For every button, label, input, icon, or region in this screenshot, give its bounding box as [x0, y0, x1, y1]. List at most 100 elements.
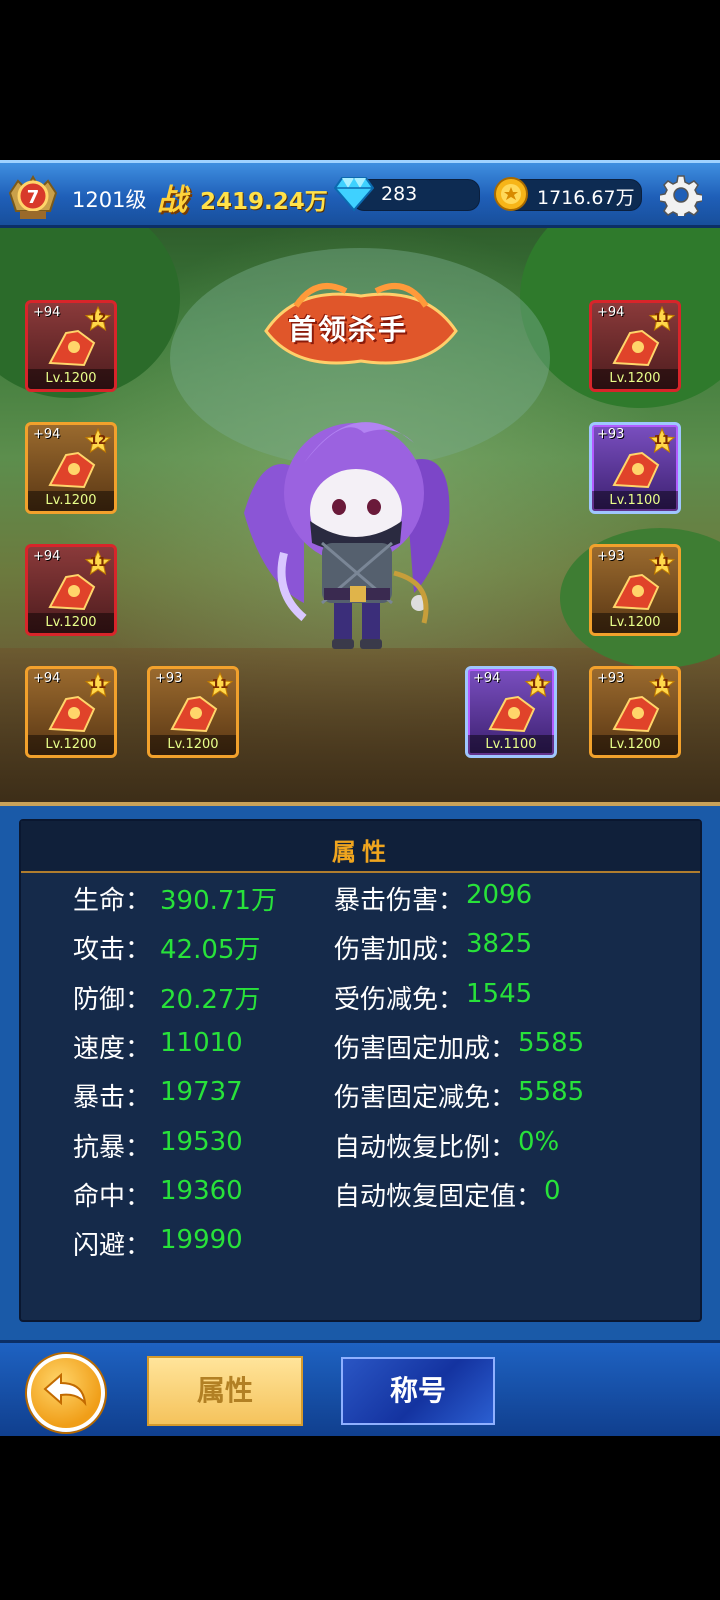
- star-count: 11: [529, 677, 547, 691]
- gold-coin-icon: [494, 177, 528, 211]
- stat-label: 闪避：: [73, 1231, 152, 1262]
- star-icon: 11: [648, 305, 676, 332]
- enhance-level: +94: [33, 549, 61, 564]
- star-count: 11: [89, 555, 107, 569]
- stat-value: 11010: [160, 1027, 243, 1058]
- item-level: Lv.1200: [150, 735, 236, 755]
- star-count: 11: [211, 677, 229, 691]
- enhance-level: +94: [33, 427, 61, 442]
- power-value: 2419.24万: [200, 189, 328, 215]
- equipment-slot-left-1[interactable]: +94 12 Lv.1200: [25, 300, 117, 392]
- stat-label: 速度：: [73, 1033, 152, 1064]
- star-count: 11: [653, 311, 671, 325]
- tab-titles[interactable]: 称号: [341, 1357, 495, 1425]
- stat-label: 生命：: [73, 886, 152, 916]
- vip-level: 7: [27, 187, 40, 208]
- item-level: Lv.1200: [28, 491, 114, 511]
- enhance-level: +93: [597, 671, 625, 686]
- stat-label: 抗暴：: [73, 1132, 152, 1163]
- equipment-slot-right-5[interactable]: +93 11 Lv.1200: [589, 666, 681, 758]
- stat-value: 19990: [160, 1225, 243, 1256]
- equipment-slot-left-4[interactable]: +94 11 Lv.1200: [25, 666, 117, 758]
- enhance-level: +94: [473, 671, 501, 686]
- equipment-slot-left-3[interactable]: +94 11 Lv.1200: [25, 544, 117, 636]
- enhance-level: +94: [597, 305, 625, 320]
- stat-label: 自动恢复比例：: [334, 1132, 517, 1163]
- stat-value: 19737: [160, 1077, 243, 1108]
- enhance-level: +94: [33, 671, 61, 686]
- item-level: Lv.1200: [28, 613, 114, 633]
- enhance-level: +93: [155, 671, 183, 686]
- star-icon: 11: [648, 671, 676, 698]
- top-status-bar: 7 1201级 战 2419.24万 283 1716.67万: [0, 160, 720, 228]
- character-scene: 首领杀手 +94 12 Lv.1200 +94 12 Lv.1200 +94 11 Lv.120…: [0, 228, 720, 802]
- item-level: Lv.1200: [592, 369, 678, 389]
- equipment-slot-right-4[interactable]: +94 11 Lv.1100: [465, 666, 557, 758]
- stat-label: 自动恢复固定值：: [334, 1181, 543, 1212]
- star-count: 12: [89, 433, 107, 447]
- star-icon: 11: [84, 671, 112, 698]
- stat-value: 42.05万: [160, 935, 261, 966]
- equipment-slot-right-1[interactable]: +94 11 Lv.1200: [589, 300, 681, 392]
- stat-value: 0%: [518, 1126, 560, 1157]
- star-count: 11: [653, 433, 671, 447]
- star-count: 11: [653, 677, 671, 691]
- stat-label: 暴击：: [73, 1083, 152, 1114]
- item-level: Lv.1200: [28, 735, 114, 755]
- stat-label: 伤害固定减免：: [334, 1083, 517, 1114]
- stat-label: 攻击：: [73, 935, 152, 966]
- gear-icon[interactable]: [660, 174, 702, 216]
- back-button[interactable]: [27, 1354, 105, 1432]
- star-count: 11: [89, 677, 107, 691]
- diamond-icon: [334, 177, 374, 212]
- item-level: Lv.1100: [592, 491, 678, 511]
- item-level: Lv.1200: [592, 613, 678, 633]
- title-banner-text: 首领杀手: [288, 313, 409, 346]
- stat-label: 命中：: [73, 1181, 152, 1212]
- star-count: 11: [653, 555, 671, 569]
- star-icon: 11: [648, 549, 676, 576]
- stat-label: 伤害固定加成：: [334, 1033, 517, 1064]
- stat-value: 19360: [160, 1175, 243, 1206]
- enhance-level: +93: [597, 427, 625, 442]
- stat-value: 20.27万: [160, 984, 261, 1015]
- power-label: 战: [157, 183, 187, 218]
- star-icon: 11: [84, 549, 112, 576]
- equipment-slot-left-5[interactable]: +93 11 Lv.1200: [147, 666, 239, 758]
- rank-badge-icon: 7: [8, 175, 58, 219]
- attributes-panel-header: 属性: [21, 821, 700, 873]
- star-icon: 12: [84, 427, 112, 454]
- attributes-panel-title: 属性: [332, 838, 392, 866]
- item-level: Lv.1200: [28, 369, 114, 389]
- tab-attributes[interactable]: 属性: [147, 1356, 303, 1426]
- star-icon: 11: [524, 671, 552, 698]
- ninja-character-icon[interactable]: [244, 403, 464, 663]
- stat-value: 2096: [466, 880, 533, 910]
- player-level: 1201级: [72, 188, 147, 212]
- star-count: 12: [89, 311, 107, 325]
- star-icon: 11: [206, 671, 234, 698]
- enhance-level: +94: [33, 305, 61, 320]
- item-level: Lv.1100: [468, 735, 554, 755]
- star-icon: 12: [84, 305, 112, 332]
- stat-label: 暴击伤害：: [334, 886, 465, 916]
- stat-label: 受伤减免：: [334, 984, 465, 1015]
- gold-value: 1716.67万: [537, 187, 635, 209]
- stat-value: 5585: [518, 1077, 585, 1108]
- stat-value: 5585: [518, 1027, 585, 1058]
- stat-value: 390.71万: [160, 886, 277, 916]
- diamond-value: 283: [381, 183, 418, 205]
- stat-label: 伤害加成：: [334, 935, 465, 966]
- back-arrow-icon: [43, 1372, 87, 1407]
- stat-value: 0: [544, 1175, 561, 1206]
- enhance-level: +93: [597, 549, 625, 564]
- star-icon: 11: [648, 427, 676, 454]
- equipment-slot-left-2[interactable]: +94 12 Lv.1200: [25, 422, 117, 514]
- stat-label: 防御：: [73, 984, 152, 1015]
- stat-value: 1545: [466, 978, 533, 1009]
- equipment-slot-right-2[interactable]: +93 11 Lv.1100: [589, 422, 681, 514]
- stat-value: 3825: [466, 929, 533, 960]
- equipment-slot-right-3[interactable]: +93 11 Lv.1200: [589, 544, 681, 636]
- item-level: Lv.1200: [592, 735, 678, 755]
- stat-value: 19530: [160, 1126, 243, 1157]
